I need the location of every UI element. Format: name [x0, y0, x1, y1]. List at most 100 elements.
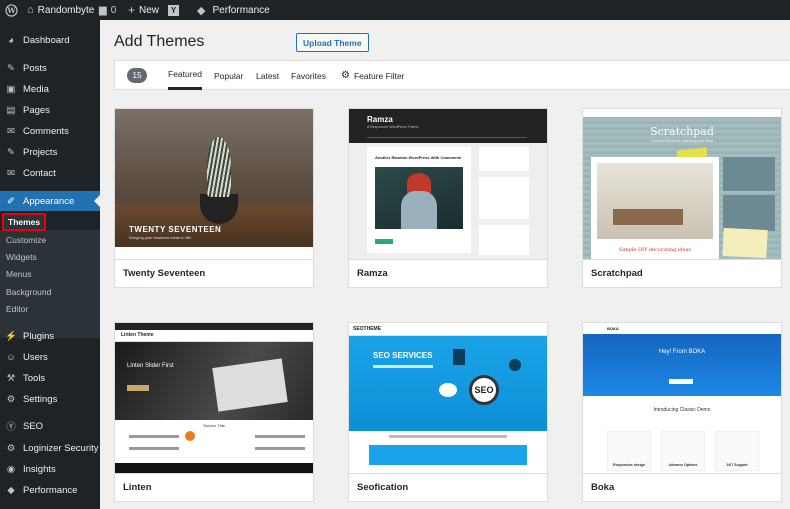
theme-screenshot[interactable]: SEOTHEME SEO SERVICES SEO — [349, 323, 547, 473]
wordpress-logo-icon[interactable]: W — [5, 0, 18, 20]
sidebar-item-settings[interactable]: ⚙ Settings — [0, 389, 100, 409]
sidebar-item-loginizer-security[interactable]: ⚙ Loginizer Security — [0, 438, 100, 458]
theme-screenshot[interactable]: TWENTY SEVENTEEN Bringing your business … — [115, 109, 313, 259]
performance-label: Performance — [212, 4, 270, 16]
shot-hero-button — [127, 385, 149, 391]
sidebar-item-media[interactable]: ▣ Media — [0, 79, 100, 99]
comments-link[interactable]: ▆ 0 — [99, 0, 116, 20]
shot-widget — [479, 225, 529, 255]
shot-hat — [407, 173, 431, 193]
submenu-item-widgets[interactable]: Widgets — [6, 249, 37, 265]
shot-badge: SEO — [469, 375, 499, 405]
theme-card-seofication[interactable]: SEOTHEME SEO SERVICES SEO Seofication — [348, 322, 548, 502]
submenu-item-menus[interactable]: Menus — [6, 266, 32, 282]
shot-feature-text — [129, 447, 179, 450]
submenu-item-themes[interactable]: Themes — [2, 213, 47, 231]
performance-icon: ◆ — [197, 4, 206, 17]
pushpin-icon: ✎ — [7, 62, 15, 74]
shot-hero-button — [669, 379, 693, 384]
sidebar-item-label: Pages — [23, 104, 50, 116]
theme-name: Scratchpad — [591, 268, 643, 279]
performance-menu[interactable]: ◆ Performance — [197, 0, 270, 20]
shot-hero-text: Linten Slider First — [127, 363, 174, 369]
sidebar-item-label: Posts — [23, 62, 47, 74]
tab-latest[interactable]: Latest — [256, 61, 279, 90]
sidebar-item-label: SEO — [23, 420, 44, 432]
plugin-icon: ⚡ — [5, 330, 17, 342]
plus-icon: + — [128, 3, 136, 17]
theme-count: 15 — [127, 68, 147, 83]
sidebar-item-label: Comments — [23, 125, 69, 137]
theme-name: Ramza — [357, 268, 388, 279]
sidebar-item-plugins[interactable]: ⚡ Plugins — [0, 326, 100, 346]
sidebar-item-label: Insights — [23, 463, 56, 475]
comment-icon: ✉ — [7, 125, 15, 137]
sidebar-item-seo[interactable]: Ⓨ SEO — [0, 416, 100, 436]
shot-feature-icon — [185, 431, 195, 441]
comments-count: 0 — [110, 4, 117, 16]
site-name-link[interactable]: ⌂ Randombyte — [27, 0, 94, 20]
home-icon: ⌂ — [27, 4, 34, 16]
sidebar-item-pages[interactable]: ▤ Pages — [0, 100, 100, 120]
shot-topbar — [115, 323, 313, 330]
theme-card-twenty-seventeen[interactable]: TWENTY SEVENTEEN Bringing your business … — [114, 108, 314, 288]
shot-feature-text — [255, 447, 305, 450]
shot-footer — [115, 463, 313, 473]
submenu-item-background[interactable]: Background — [6, 284, 51, 300]
submenu-item-customize[interactable]: Customize — [6, 232, 46, 248]
sidebar-item-projects[interactable]: ✎ Projects — [0, 142, 100, 162]
shot-tagline: a colorful theme for collecting your ide… — [650, 139, 714, 143]
theme-name: Linten — [123, 482, 152, 493]
shot-hero-text: Hey! From BOKA — [658, 349, 706, 355]
sidebar-item-performance[interactable]: ◆ Performance — [0, 480, 100, 500]
shot-cloud — [439, 383, 457, 397]
sidebar-item-users[interactable]: ☺ Users — [0, 347, 100, 367]
new-label: New — [139, 4, 160, 16]
submenu-item-editor[interactable]: Editor — [6, 301, 28, 317]
sidebar-item-dashboard[interactable]: ◕ Dashboard — [0, 30, 100, 50]
tab-popular[interactable]: Popular — [214, 61, 243, 90]
gear-icon: ⚙ — [341, 70, 350, 81]
theme-name: Twenty Seventeen — [123, 268, 206, 279]
theme-name: Seofication — [357, 482, 409, 493]
shot-section-title: Introducing Classic Demo — [653, 407, 711, 413]
shot-hero-line — [373, 365, 433, 368]
shot-phone — [453, 349, 465, 365]
new-content-link[interactable]: + New — [128, 0, 159, 20]
theme-card-boka[interactable]: BOKA Hey! From BOKA Introducing Classic … — [582, 322, 782, 502]
sidebar-item-comments[interactable]: ✉ Comments — [0, 121, 100, 141]
sidebar-item-label: Appearance — [23, 195, 75, 207]
sidebar-item-appearance[interactable]: ✐ Appearance — [0, 191, 100, 211]
shot-post-title: Simple DIY decorating ideas — [618, 247, 692, 253]
sidebar-item-insights[interactable]: ◉ Insights — [0, 459, 100, 479]
tab-favorites[interactable]: Favorites — [291, 61, 326, 90]
theme-card-scratchpad[interactable]: Scratchpad a colorful theme for collecti… — [582, 108, 782, 288]
seo-menu[interactable]: Y — [168, 0, 179, 20]
sidebar-item-label: Media — [23, 83, 49, 95]
sidebar-item-contact[interactable]: ✉ Contact — [0, 163, 100, 183]
seo-icon: Ⓨ — [6, 422, 16, 433]
sidebar-item-label: Projects — [23, 146, 58, 158]
sidebar-item-posts[interactable]: ✎ Posts — [0, 58, 100, 78]
shot-hero-text: SEO SERVICES — [373, 351, 433, 360]
tab-featured[interactable]: Featured — [168, 61, 203, 90]
upload-theme-button[interactable]: Upload Theme — [296, 33, 369, 52]
shot-post-image — [597, 163, 713, 239]
shot-tagline: A Responsive WordPress Theme — [367, 125, 419, 129]
feature-filter-button[interactable]: ⚙ Feature Filter — [341, 61, 405, 90]
paintbrush-icon: ✐ — [7, 195, 15, 207]
theme-card-ramza[interactable]: Ramza A Responsive WordPress Theme Anoth… — [348, 108, 548, 288]
theme-screenshot[interactable]: Ramza A Responsive WordPress Theme Anoth… — [349, 109, 547, 259]
svg-text:W: W — [6, 6, 16, 15]
shot-widget — [479, 177, 529, 219]
sidebar-item-tools[interactable]: ⚒ Tools — [0, 368, 100, 388]
theme-screenshot[interactable]: BOKA Hey! From BOKA Introducing Classic … — [583, 323, 781, 473]
insights-icon: ◉ — [6, 463, 16, 475]
site-name: Randombyte — [37, 4, 95, 16]
theme-screenshot[interactable]: Linten Theme Linten Slider First Service… — [115, 323, 313, 473]
shot-widget — [479, 147, 529, 171]
theme-screenshot[interactable]: Scratchpad a colorful theme for collecti… — [583, 109, 781, 259]
users-icon: ☺ — [6, 351, 16, 363]
theme-card-linten[interactable]: Linten Theme Linten Slider First Service… — [114, 322, 314, 502]
sidebar-item-label: Users — [23, 351, 48, 363]
